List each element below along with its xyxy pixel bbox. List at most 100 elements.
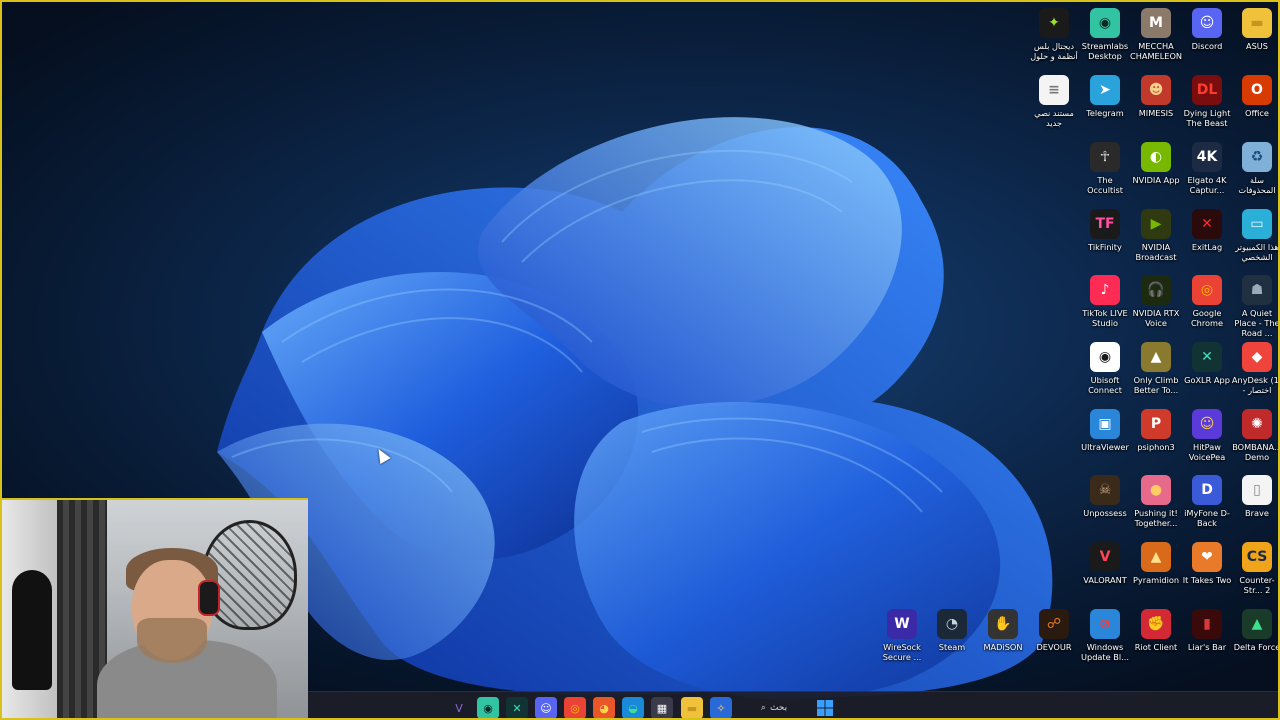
desktop-icon-only-climb[interactable]: ▲ Only Climb Better To... xyxy=(1130,342,1182,395)
desktop-icon-rtx-voice[interactable]: 🎧 NVIDIA RTX Voice xyxy=(1130,275,1182,328)
windows-logo-icon xyxy=(817,700,833,716)
desktop-icon-this-pc[interactable]: ▭ هذا الكمبيوتر الشخصي xyxy=(1231,209,1279,262)
desktop-icon-hitpaw[interactable]: ☺ HitPaw VoicePea xyxy=(1181,409,1233,462)
desktop-icon-dying-light[interactable]: DL Dying Light The Beast xyxy=(1181,75,1233,128)
desktop-icon-brave-file[interactable]: ▯ Brave xyxy=(1231,475,1278,518)
desktop-icon-label: Riot Client xyxy=(1134,642,1178,652)
hitpaw-icon: ☺ xyxy=(1192,409,1222,439)
desktop-icon-imyfone[interactable]: DiMyFone D-Back xyxy=(1181,475,1233,528)
copilot-taskbar-icon[interactable]: ✧ xyxy=(710,697,732,718)
pushing-it-icon: ● xyxy=(1141,475,1171,505)
desktop-icon-pyramidion[interactable]: ▲ Pyramidion xyxy=(1130,542,1182,585)
psiphon-icon: P xyxy=(1141,409,1171,439)
desktop-icon-tikfinity[interactable]: TF TikFinity xyxy=(1079,209,1131,252)
madison-icon: ✋ xyxy=(988,609,1018,639)
desktop-icon-label: TikTok LIVE Studio xyxy=(1082,308,1128,328)
desktop-icon-office[interactable]: O Office xyxy=(1231,75,1278,118)
desktop-icon-telegram[interactable]: ➤ Telegram xyxy=(1079,75,1131,118)
streamlabs-taskbar-icon[interactable]: ◉ xyxy=(477,697,499,718)
desktop-icon-bombana[interactable]: ✺ BOMBANA... Demo xyxy=(1231,409,1280,462)
desktop-icon-nvidia[interactable]: ◐ NVIDIA App xyxy=(1130,142,1182,185)
desktop-icon-pushing-it[interactable]: ● Pushing it! Together... xyxy=(1130,475,1182,528)
goxlr-taskbar-icon[interactable]: ✕ xyxy=(506,697,528,718)
desktop-icon-label: هذا الكمبيوتر الشخصي xyxy=(1235,242,1279,262)
desktop-icon-label: Unpossess xyxy=(1083,508,1127,518)
desktop-icon-steam[interactable]: ◔ Steam xyxy=(926,609,978,652)
counter-strike-icon: CS xyxy=(1242,542,1272,572)
recycle-bin-icon: ♻ xyxy=(1242,142,1272,172)
streamlabs-icon: ◉ xyxy=(1090,8,1120,38)
desktop-icon-quiet-place[interactable]: ☗ A Quiet Place - The Road ... xyxy=(1231,275,1278,338)
file-explorer-taskbar-icon[interactable]: ▬ xyxy=(681,697,703,718)
desktop-icon-label: GoXLR App xyxy=(1184,375,1230,385)
desktop-icon-meccha-chameleon[interactable]: M MECCHA CHAMELEON xyxy=(1130,8,1182,61)
desktop-icon-unpossess[interactable]: ☠ Unpossess xyxy=(1079,475,1131,518)
desktop-icon-goxlr[interactable]: ✕ GoXLR App xyxy=(1181,342,1233,385)
taskbar[interactable]: V ◉ ✕ ☺ ◎ ◕ ◒ ▦ ▬ ✧ ⌕ بحث xyxy=(308,691,1278,718)
desktop-icon-delta-force[interactable]: ▲ Delta Force xyxy=(1231,609,1278,652)
telegram-icon: ➤ xyxy=(1090,75,1120,105)
goxlr-icon: ✕ xyxy=(1192,342,1222,372)
desktop-icon-label: psiphon3 xyxy=(1137,442,1175,452)
firefox-taskbar-icon[interactable]: ◕ xyxy=(593,697,615,718)
desktop-icon-label: Only Climb Better To... xyxy=(1133,375,1179,395)
desktop-icon-label: Windows Update Bl... xyxy=(1081,642,1129,662)
desktop-icon-chrome[interactable]: ◎ Google Chrome xyxy=(1181,275,1233,328)
desktop-icon-occultist[interactable]: ☥ The Occultist xyxy=(1079,142,1131,195)
desktop-icon-liars-bar[interactable]: ▮ Liar's Bar xyxy=(1181,609,1233,652)
desktop-icon-windows-update-blocker[interactable]: ⊘ Windows Update Bl... xyxy=(1079,609,1131,662)
desktop-icon-devour[interactable]: ☍ DEVOUR xyxy=(1028,609,1080,652)
desktop-icon-valorant[interactable]: V VALORANT xyxy=(1079,542,1131,585)
webcam-overlay xyxy=(2,498,308,718)
desktop-icon-label: Discord xyxy=(1191,41,1223,51)
desktop-icon-wiresock[interactable]: W WireSock Secure ... xyxy=(876,609,928,662)
desktop-icon-riot-client[interactable]: ✊ Riot Client xyxy=(1130,609,1182,652)
desktop-icon-label: سلة المحذوفات xyxy=(1238,175,1276,195)
desktop-icon-label: MADiSON xyxy=(983,642,1023,652)
desktop-icon-streamlabs[interactable]: ◉ Streamlabs Desktop xyxy=(1079,8,1131,61)
desktop-icon-discord[interactable]: ☺ Discord xyxy=(1181,8,1233,51)
desktop-icon-label: Pyramidion xyxy=(1132,575,1180,585)
desktop-icon-label: Pushing it! Together... xyxy=(1134,508,1178,528)
edge-taskbar-icon[interactable]: ◒ xyxy=(622,697,644,718)
discord-taskbar-icon[interactable]: ☺ xyxy=(535,697,557,718)
this-pc-icon: ▭ xyxy=(1242,209,1272,239)
desktop-icon-anydesk[interactable]: ◆ AnyDesk (1) - اختصار xyxy=(1231,342,1278,395)
desktop[interactable]: ✦ ديجتال بلس أنظمة و حلول ◉ Streamlabs Desk… xyxy=(0,0,1280,720)
desktop-icon-label: MECCHA CHAMELEON xyxy=(1130,41,1183,61)
desktop-icon-psiphon[interactable]: Ppsiphon3 xyxy=(1130,409,1182,452)
desktop-icon-folder[interactable]: ▬ ASUS xyxy=(1231,8,1278,51)
chrome-taskbar-icon[interactable]: ◎ xyxy=(564,697,586,718)
desktop-icon-label: Counter-Str... 2 xyxy=(1239,575,1275,595)
desktop-icon-ubisoft[interactable]: ◉ Ubisoft Connect xyxy=(1079,342,1131,395)
desktop-icon-label: ASUS xyxy=(1246,41,1268,51)
text-document-icon: ≡ xyxy=(1039,75,1069,105)
desktop-icon-label: NVIDIA App xyxy=(1132,175,1180,185)
desktop-icon-mimesis[interactable]: ☻ MIMESIS xyxy=(1130,75,1182,118)
folder-icon: ▬ xyxy=(1242,8,1272,38)
search-box[interactable]: ⌕ بحث xyxy=(740,698,808,718)
desktop-icon-recycle-bin[interactable]: ♻ سلة المحذوفات xyxy=(1231,142,1278,195)
desktop-icon-digital-plus[interactable]: ✦ ديجتال بلس أنظمة و حلول xyxy=(1028,8,1080,61)
desktop-icon-exitlag[interactable]: ✕ ExitLag xyxy=(1181,209,1233,252)
desktop-icon-madison[interactable]: ✋ MADiSON xyxy=(977,609,1029,652)
desktop-icon-label: The Occultist xyxy=(1087,175,1123,195)
desktop-icon-text-document[interactable]: ≡ مستند نصي جديد xyxy=(1028,75,1080,128)
desktop-icon-elgato[interactable]: 4K Elgato 4K Captur... xyxy=(1181,142,1233,195)
chrome-icon: ◎ xyxy=(1192,275,1222,305)
quiet-place-icon: ☗ xyxy=(1242,275,1272,305)
start-button[interactable] xyxy=(814,697,836,718)
rtx-voice-icon: 🎧 xyxy=(1141,275,1171,305)
desktop-icon-nvidia-broadcast[interactable]: ▶ NVIDIA Broadcast xyxy=(1130,209,1182,262)
desktop-icon-tiktok[interactable]: ♪ TikTok LIVE Studio xyxy=(1079,275,1131,328)
desktop-icon-counter-strike[interactable]: CS Counter-Str... 2 xyxy=(1231,542,1278,595)
desktop-icon-label: MIMESIS xyxy=(1138,108,1174,118)
desktop-icon-label: Brave xyxy=(1245,508,1269,518)
desktop-icon-ultraviewer[interactable]: ▣ UltraViewer xyxy=(1079,409,1131,452)
elgato-icon: 4K xyxy=(1192,142,1222,172)
vs-code-icon[interactable]: V xyxy=(448,697,470,718)
store-taskbar-icon[interactable]: ▦ xyxy=(651,697,673,718)
desktop-icon-label: BOMBANA... Demo xyxy=(1232,442,1280,462)
digital-plus-icon: ✦ xyxy=(1039,8,1069,38)
desktop-icon-it-takes-two[interactable]: ❤ It Takes Two xyxy=(1181,542,1233,585)
